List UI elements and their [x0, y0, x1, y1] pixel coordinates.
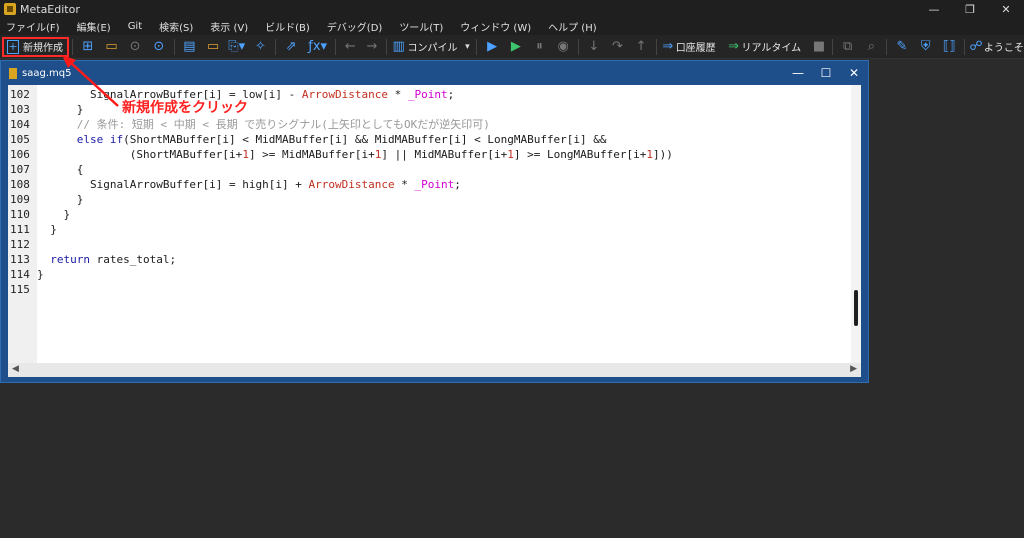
annotation-text: 新規作成をクリック: [122, 100, 248, 116]
annotation-arrow: [62, 55, 119, 107]
